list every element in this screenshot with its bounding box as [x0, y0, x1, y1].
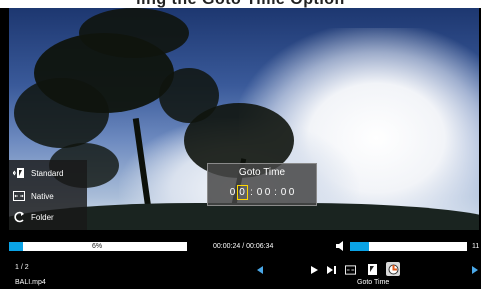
prev-arrow-icon[interactable] — [254, 264, 265, 275]
time-digit-hour-ones[interactable]: 0 — [236, 184, 248, 200]
volume-level: 11 — [472, 243, 480, 250]
file-counter: 1 / 2 — [15, 264, 29, 271]
time-digit-minute-tens[interactable]: 0 — [256, 187, 264, 198]
time-separator: : — [274, 186, 277, 198]
time-separator: : — [250, 186, 253, 198]
aspect-icon[interactable] — [345, 264, 356, 275]
menu-item-native[interactable]: Native — [12, 187, 54, 205]
timer-icon[interactable] — [386, 262, 400, 276]
top-caption-strip: ling the Goto Time Option — [0, 0, 481, 8]
progress-percent: 6% — [92, 243, 103, 250]
selected-control-label: Goto Time — [357, 279, 390, 286]
goto-time-title: Goto Time — [238, 167, 286, 178]
menu-item-label: Native — [31, 191, 54, 201]
menu-item-label: Folder — [31, 212, 54, 222]
aspect-menu: Standard Native Folder — [9, 160, 87, 230]
volume-fill — [350, 242, 369, 251]
tree-canopy — [14, 78, 109, 148]
folder-loop-icon — [12, 211, 26, 223]
standard-aspect-icon — [12, 167, 26, 179]
menu-item-folder[interactable]: Folder — [12, 208, 54, 226]
goto-icon[interactable] — [366, 264, 377, 275]
tree-canopy — [79, 8, 189, 58]
play-icon[interactable] — [308, 264, 319, 275]
goto-time-dialog: Goto Time 0 0 : 0 0 : 0 0 — [207, 163, 317, 206]
top-caption: ling the Goto Time Option — [0, 0, 481, 8]
next-arrow-icon[interactable] — [469, 264, 480, 275]
time-display: 00:00:24 / 00:06:34 — [213, 243, 274, 250]
time-digit-minute-ones[interactable]: 0 — [264, 187, 272, 198]
menu-item-standard[interactable]: Standard — [12, 164, 63, 182]
volume-bar[interactable] — [350, 242, 467, 251]
goto-time-digits: 0 0 : 0 0 : 0 0 — [208, 184, 316, 200]
time-digit-hour-tens[interactable]: 0 — [229, 187, 237, 198]
time-digit-second-ones[interactable]: 0 — [288, 187, 296, 198]
time-digit-second-tens[interactable]: 0 — [280, 187, 288, 198]
tree-canopy — [159, 68, 219, 123]
playback-progress-fill — [9, 242, 24, 251]
volume-icon[interactable] — [335, 240, 347, 252]
native-aspect-icon — [12, 190, 26, 202]
file-name: BALI.mp4 — [15, 279, 46, 286]
menu-item-label: Standard — [31, 168, 64, 178]
next-track-icon[interactable] — [326, 264, 337, 275]
